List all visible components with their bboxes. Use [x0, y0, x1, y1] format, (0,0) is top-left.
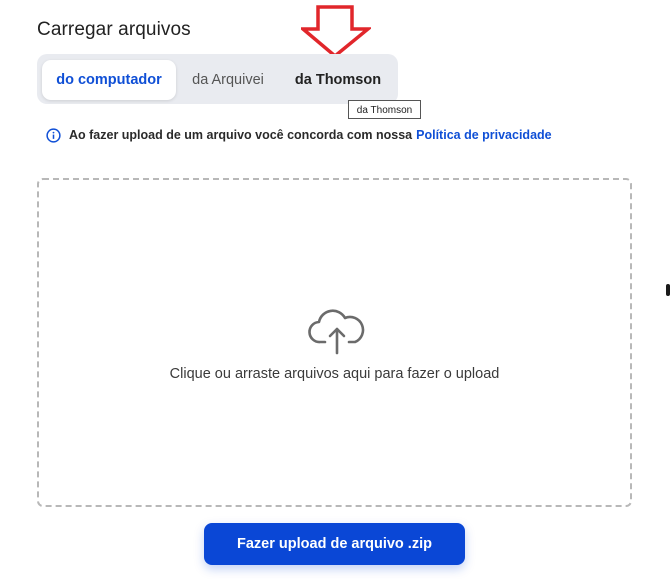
upload-zip-button[interactable]: Fazer upload de arquivo .zip [204, 523, 465, 565]
tab-do-computador[interactable]: do computador [42, 60, 176, 100]
tooltip: da Thomson [348, 100, 421, 119]
tab-da-arquivei[interactable]: da Arquivei [183, 60, 273, 100]
scroll-edge-mark [666, 284, 670, 296]
privacy-policy-link[interactable]: Política de privacidade [416, 128, 551, 142]
dropzone-text: Clique ou arraste arquivos aqui para faz… [169, 366, 500, 382]
tab-da-thomson[interactable]: da Thomson [288, 60, 388, 100]
page-title: Carregar arquivos [37, 19, 191, 40]
upload-page: Carregar arquivos do computador da Arqui… [0, 0, 670, 579]
privacy-notice: Ao fazer upload de um arquivo você conco… [46, 126, 552, 144]
file-dropzone[interactable]: Clique ou arraste arquivos aqui para faz… [37, 178, 632, 507]
source-tabs: do computador da Arquivei da Thomson [37, 54, 398, 104]
red-arrow-annotation [301, 5, 371, 59]
info-icon [46, 127, 61, 143]
notice-text: Ao fazer upload de um arquivo você conco… [69, 128, 413, 142]
cloud-upload-icon [308, 309, 365, 355]
